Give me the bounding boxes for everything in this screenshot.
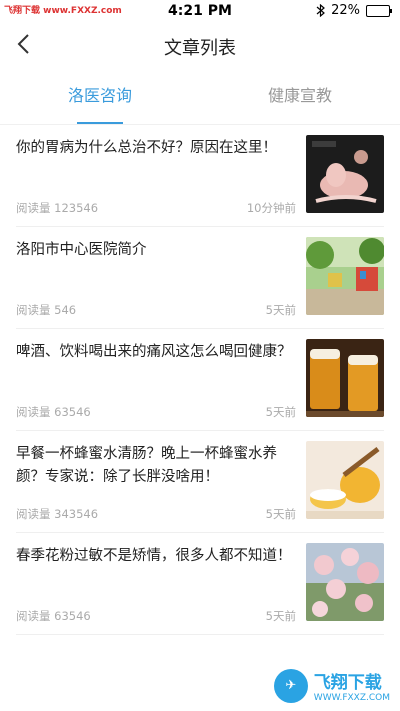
article-meta: 阅读量 123546 10分钟前 bbox=[16, 200, 296, 216]
tab-label: 洛医咨询 bbox=[67, 86, 132, 105]
watermark-logo: ✈ 飞翔下载 WWW.FXXZ.COM bbox=[273, 668, 390, 703]
status-bar: 飞翔下载 www.FXXZ.com 4:21 PM 22% bbox=[0, 0, 400, 22]
stomach-illustration-image bbox=[306, 135, 384, 213]
nav-bar: 文章列表 bbox=[0, 22, 400, 68]
honey-photo-image bbox=[306, 441, 384, 519]
article-item[interactable]: 洛阳市中心医院简介 阅读量 546 5天前 bbox=[16, 227, 384, 329]
tab-health-education[interactable]: 健康宣教 bbox=[200, 68, 400, 124]
logo-text: 飞翔下载 WWW.FXXZ.COM bbox=[314, 668, 390, 703]
article-meta: 阅读量 343546 5天前 bbox=[16, 506, 296, 522]
article-item[interactable]: 啤酒、饮料喝出来的痛风这怎么喝回健康？ 阅读量 63546 5天前 bbox=[16, 329, 384, 431]
read-count: 阅读量 63546 bbox=[16, 405, 91, 419]
page-title: 文章列表 bbox=[164, 38, 236, 59]
article-thumbnail[interactable] bbox=[306, 339, 384, 417]
tab-bar: 洛医咨询 健康宣教 bbox=[0, 68, 400, 125]
battery-percent: 22% bbox=[331, 3, 360, 18]
publish-time: 10分钟前 bbox=[246, 201, 296, 215]
logo-name-cn: 飞翔下载 bbox=[313, 673, 382, 693]
article-meta: 阅读量 546 5天前 bbox=[16, 302, 296, 318]
article-text: 早餐一杯蜂蜜水清肠？晚上一杯蜂蜜水养颜？专家说：除了长胖没啥用！ 阅读量 343… bbox=[16, 431, 306, 532]
flowers-photo-image bbox=[306, 543, 384, 621]
article-title: 早餐一杯蜂蜜水清肠？晚上一杯蜂蜜水养颜？专家说：除了长胖没啥用！ bbox=[16, 446, 277, 485]
read-count: 阅读量 123546 bbox=[16, 201, 99, 215]
article-item[interactable]: 你的胃病为什么总治不好？原因在这里！ 阅读量 123546 10分钟前 bbox=[16, 125, 384, 227]
article-title: 你的胃病为什么总治不好？原因在这里！ bbox=[16, 140, 277, 156]
playground-photo-image bbox=[306, 237, 384, 315]
article-text: 你的胃病为什么总治不好？原因在这里！ 阅读量 123546 10分钟前 bbox=[16, 125, 306, 226]
battery-icon bbox=[366, 4, 392, 17]
read-count: 阅读量 63546 bbox=[16, 609, 91, 623]
article-title: 洛阳市中心医院简介 bbox=[16, 242, 147, 258]
status-right: 22% bbox=[316, 3, 392, 18]
article-thumbnail[interactable] bbox=[306, 543, 384, 621]
read-count: 阅读量 343546 bbox=[16, 507, 99, 521]
tab-luoyi-consult[interactable]: 洛医咨询 bbox=[0, 68, 200, 124]
tab-active-indicator bbox=[77, 122, 123, 124]
publish-time: 5天前 bbox=[265, 507, 296, 521]
read-count: 阅读量 546 bbox=[16, 303, 77, 317]
bluetooth-icon bbox=[316, 4, 326, 17]
publish-time: 5天前 bbox=[265, 405, 296, 419]
article-title: 啤酒、饮料喝出来的痛风这怎么喝回健康？ bbox=[16, 344, 292, 360]
article-title: 春季花粉过敏不是矫情，很多人都不知道！ bbox=[16, 548, 292, 564]
beer-glasses-photo-image bbox=[306, 339, 384, 417]
tab-label: 健康宣教 bbox=[267, 86, 332, 105]
publish-time: 5天前 bbox=[265, 303, 296, 317]
article-meta: 阅读量 63546 5天前 bbox=[16, 608, 296, 624]
article-text: 春季花粉过敏不是矫情，很多人都不知道！ 阅读量 63546 5天前 bbox=[16, 533, 306, 634]
article-text: 啤酒、饮料喝出来的痛风这怎么喝回健康？ 阅读量 63546 5天前 bbox=[16, 329, 306, 430]
article-thumbnail[interactable] bbox=[306, 237, 384, 315]
publish-time: 5天前 bbox=[265, 609, 296, 623]
article-item[interactable]: 早餐一杯蜂蜜水清肠？晚上一杯蜂蜜水养颜？专家说：除了长胖没啥用！ 阅读量 343… bbox=[16, 431, 384, 533]
article-meta: 阅读量 63546 5天前 bbox=[16, 404, 296, 420]
article-text: 洛阳市中心医院简介 阅读量 546 5天前 bbox=[16, 227, 306, 328]
logo-badge-icon: ✈ bbox=[273, 668, 308, 703]
article-item[interactable]: 春季花粉过敏不是矫情，很多人都不知道！ 阅读量 63546 5天前 bbox=[16, 533, 384, 635]
article-list: 你的胃病为什么总治不好？原因在这里！ 阅读量 123546 10分钟前 洛阳市中… bbox=[0, 125, 400, 635]
logo-name-en: WWW.FXXZ.COM bbox=[313, 693, 390, 703]
article-thumbnail[interactable] bbox=[306, 441, 384, 519]
article-thumbnail[interactable] bbox=[306, 135, 384, 213]
